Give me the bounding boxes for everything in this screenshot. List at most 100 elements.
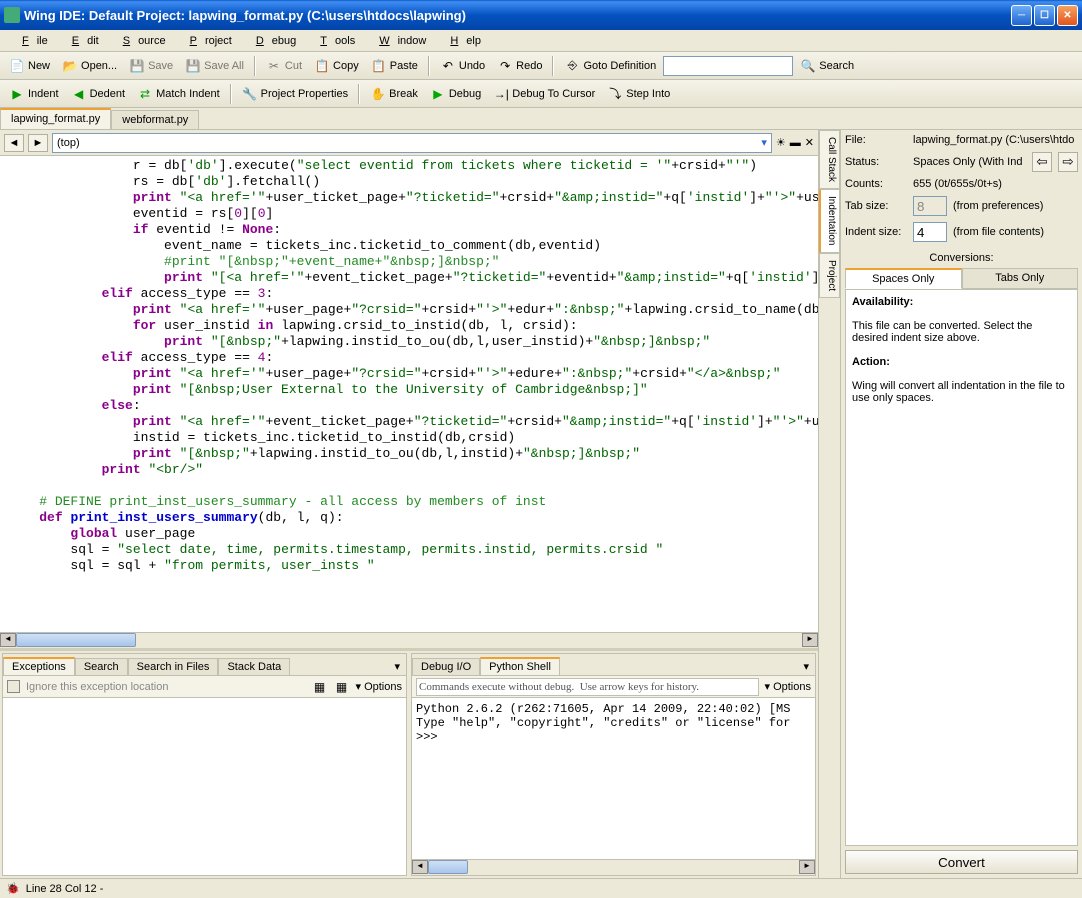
saveall-icon: 💾 xyxy=(185,58,201,74)
cut-icon: ✂ xyxy=(266,58,282,74)
bottom-right-tabs: Debug I/O Python Shell ▾ xyxy=(412,654,815,676)
menu-project[interactable]: Project xyxy=(174,33,240,49)
scroll-thumb[interactable] xyxy=(16,633,136,647)
undo-button[interactable]: ↶Undo xyxy=(435,55,490,77)
save-button[interactable]: 💾Save xyxy=(124,55,178,77)
menu-edit[interactable]: Edit xyxy=(56,33,107,49)
shell-content[interactable]: Python 2.6.2 (r262:71605, Apr 14 2009, 2… xyxy=(412,698,815,859)
nav-fwd-button[interactable]: ► xyxy=(28,134,48,152)
tab-exceptions[interactable]: Exceptions xyxy=(3,657,75,675)
open-icon: 📂 xyxy=(62,58,78,74)
break-button[interactable]: ✋Break xyxy=(365,83,423,105)
toolbar-main: 📄New 📂Open... 💾Save 💾Save All ✂Cut 📋Copy… xyxy=(0,52,1082,80)
copy-icon[interactable]: ▦ xyxy=(334,679,350,695)
minimize-button[interactable]: ─ xyxy=(1011,5,1032,26)
code-editor[interactable]: r = db['db'].execute("select eventid fro… xyxy=(0,156,818,632)
match-indent-button[interactable]: ⇄Match Indent xyxy=(132,83,225,105)
indentsize-input[interactable] xyxy=(913,222,947,242)
separator xyxy=(230,84,232,104)
menu-help[interactable]: Help xyxy=(434,33,489,49)
nav-back-button[interactable]: ◄ xyxy=(4,134,24,152)
scroll-right-icon[interactable]: ► xyxy=(802,633,818,647)
menu-source[interactable]: Source xyxy=(107,33,174,49)
panel-menu-icon[interactable]: ▾ xyxy=(388,658,406,675)
vtab-project[interactable]: Project xyxy=(819,253,840,298)
project-props-button[interactable]: 🔧Project Properties xyxy=(237,83,353,105)
tab-tabs-only[interactable]: Tabs Only xyxy=(962,268,1079,289)
bug-icon: 🐞 xyxy=(6,882,20,895)
paste-button[interactable]: 📋Paste xyxy=(366,55,423,77)
convert-button[interactable]: Convert xyxy=(845,850,1078,874)
conversions-header: Conversions: xyxy=(845,252,1078,264)
goto-button[interactable]: ⎆Goto Definition xyxy=(559,55,661,77)
search-button[interactable]: 🔍Search xyxy=(795,55,859,77)
debug-to-cursor-button[interactable]: →|Debug To Cursor xyxy=(488,83,600,105)
close-pane-icon[interactable]: ✕ xyxy=(805,136,814,149)
shell-h-scrollbar[interactable]: ◄ ► xyxy=(412,859,815,875)
file-tab[interactable]: webformat.py xyxy=(111,110,199,129)
file-label: File: xyxy=(845,134,907,146)
vtab-indentation[interactable]: Indentation xyxy=(819,189,840,253)
scroll-thumb[interactable] xyxy=(428,860,468,874)
vtab-callstack[interactable]: Call Stack xyxy=(819,130,840,189)
step-into-button[interactable]: ⤵Step Into xyxy=(602,83,675,105)
search-icon: 🔍 xyxy=(800,58,816,74)
indentation-panel: File:lapwing_format.py (C:\users\htdo St… xyxy=(841,130,1082,878)
tab-spaces-only[interactable]: Spaces Only xyxy=(845,268,962,289)
saveall-button[interactable]: 💾Save All xyxy=(180,55,249,77)
separator xyxy=(358,84,360,104)
ignore-checkbox[interactable] xyxy=(7,680,20,693)
ignore-label: Ignore this exception location xyxy=(26,681,168,693)
undo-icon: ↶ xyxy=(440,58,456,74)
debugto-icon: →| xyxy=(493,86,509,102)
tab-stack-data[interactable]: Stack Data xyxy=(218,658,290,675)
next-button[interactable]: ⇨ xyxy=(1058,152,1078,172)
options-menu[interactable]: ▾ Options xyxy=(765,680,812,693)
dash-icon[interactable]: ▬ xyxy=(790,137,801,149)
maximize-button[interactable]: ☐ xyxy=(1034,5,1055,26)
file-tab-active[interactable]: lapwing_format.py xyxy=(0,108,111,129)
prev-button[interactable]: ⇦ xyxy=(1032,152,1052,172)
close-button[interactable]: ✕ xyxy=(1057,5,1078,26)
copy-button[interactable]: 📋Copy xyxy=(309,55,364,77)
open-button[interactable]: 📂Open... xyxy=(57,55,122,77)
indentsize-label: Indent size: xyxy=(845,226,907,238)
tab-python-shell[interactable]: Python Shell xyxy=(480,657,560,675)
availability-text: This file can be converted. Select the d… xyxy=(852,320,1032,344)
menu-window[interactable]: Window xyxy=(363,33,434,49)
tabsize-hint: (from preferences) xyxy=(953,200,1043,212)
redo-button[interactable]: ↷Redo xyxy=(492,55,547,77)
status-label: Status: xyxy=(845,156,907,168)
bottom-panels: Exceptions Search Search in Files Stack … xyxy=(0,648,818,878)
indent-icon: ▶ xyxy=(9,86,25,102)
window-title: Wing IDE: Default Project: lapwing_forma… xyxy=(24,8,1011,23)
menu-debug[interactable]: Debug xyxy=(240,33,304,49)
scope-combo[interactable]: (top)▾ xyxy=(52,133,772,153)
action-header: Action: xyxy=(852,356,890,368)
dedent-button[interactable]: ◀Dedent xyxy=(66,83,130,105)
tab-search-files[interactable]: Search in Files xyxy=(128,658,219,675)
break-icon: ✋ xyxy=(370,86,386,102)
counts-value: 655 (0t/655s/0t+s) xyxy=(913,178,1078,190)
tab-debug-io[interactable]: Debug I/O xyxy=(412,658,480,675)
menu-file[interactable]: File xyxy=(6,33,56,49)
search-input[interactable] xyxy=(663,56,793,76)
cut-button[interactable]: ✂Cut xyxy=(261,55,307,77)
scroll-left-icon[interactable]: ◄ xyxy=(0,633,16,647)
h-scrollbar[interactable]: ◄ ► xyxy=(0,632,818,648)
indent-button[interactable]: ▶Indent xyxy=(4,83,64,105)
panel-menu-icon[interactable]: ▾ xyxy=(797,658,815,675)
tab-search[interactable]: Search xyxy=(75,658,128,675)
debug-button[interactable]: ▶Debug xyxy=(425,83,486,105)
menu-tools[interactable]: Tools xyxy=(304,33,363,49)
title-bar: Wing IDE: Default Project: lapwing_forma… xyxy=(0,0,1082,30)
redo-icon: ↷ xyxy=(497,58,513,74)
sun-icon[interactable]: ☀ xyxy=(776,136,786,149)
separator xyxy=(254,56,256,76)
scroll-left-icon[interactable]: ◄ xyxy=(412,860,428,874)
save-icon: 💾 xyxy=(129,58,145,74)
new-button[interactable]: 📄New xyxy=(4,55,55,77)
clear-icon[interactable]: ▦ xyxy=(312,679,328,695)
scroll-right-icon[interactable]: ► xyxy=(799,860,815,874)
options-menu[interactable]: ▾ Options xyxy=(356,680,403,693)
